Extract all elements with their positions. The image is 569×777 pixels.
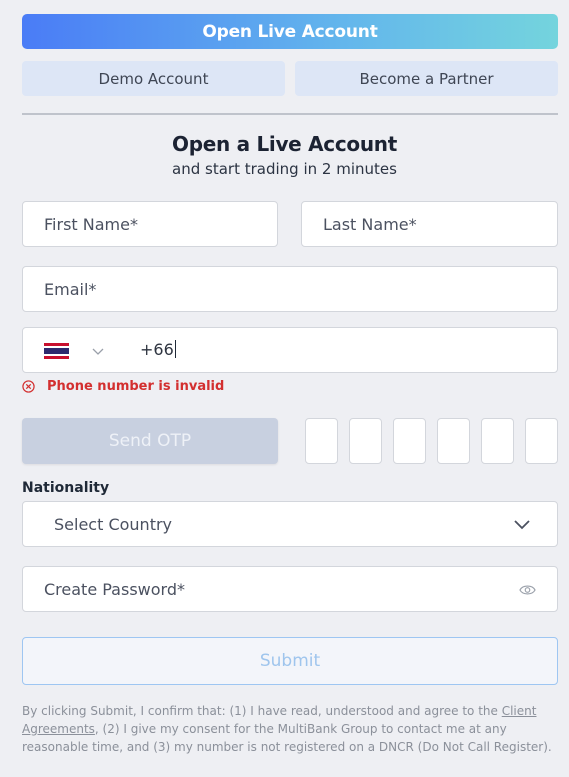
eye-icon[interactable] (519, 583, 536, 597)
legal-text-part2: , (2) I give my consent for the MultiBan… (22, 722, 552, 754)
otp-digit-input[interactable] (349, 418, 382, 464)
legal-text-part1: By clicking Submit, I confirm that: (1) … (22, 704, 502, 718)
tab-become-a-partner[interactable]: Become a Partner (295, 61, 558, 96)
divider (22, 113, 558, 115)
thailand-flag-icon[interactable] (44, 343, 69, 359)
open-live-account-button[interactable]: Open Live Account (22, 14, 558, 49)
chevron-down-icon[interactable] (513, 517, 531, 533)
send-otp-button[interactable]: Send OTP (22, 418, 278, 464)
chevron-down-icon[interactable] (91, 344, 105, 358)
country-select[interactable]: Select Country (22, 501, 558, 547)
page-title: Open a Live Account (172, 132, 397, 156)
otp-digit-input[interactable] (481, 418, 514, 464)
first-name-placeholder: First Name* (44, 214, 138, 234)
password-placeholder: Create Password* (44, 579, 185, 599)
tab-demo-account[interactable]: Demo Account (22, 61, 285, 96)
otp-digit-input[interactable] (525, 418, 558, 464)
phone-error-text: Phone number is invalid (47, 379, 225, 394)
email-field[interactable]: Email* (22, 266, 558, 312)
nationality-label: Nationality (22, 480, 110, 496)
otp-digit-input[interactable] (393, 418, 426, 464)
phone-error: Phone number is invalid (22, 379, 224, 394)
last-name-placeholder: Last Name* (323, 214, 417, 234)
phone-field[interactable]: +66 (22, 327, 558, 373)
email-placeholder: Email* (44, 279, 97, 299)
last-name-field[interactable]: Last Name* (301, 201, 558, 247)
page-subtitle: and start trading in 2 minutes (172, 160, 397, 178)
submit-button[interactable]: Submit (22, 637, 558, 685)
otp-digit-input[interactable] (437, 418, 470, 464)
error-circle-icon (22, 380, 35, 393)
first-name-field[interactable]: First Name* (22, 201, 278, 247)
country-select-placeholder: Select Country (54, 514, 173, 534)
phone-number-value[interactable]: +66 (140, 340, 176, 359)
otp-digit-input[interactable] (305, 418, 338, 464)
password-field[interactable]: Create Password* (22, 566, 558, 612)
legal-text: By clicking Submit, I confirm that: (1) … (22, 702, 552, 756)
